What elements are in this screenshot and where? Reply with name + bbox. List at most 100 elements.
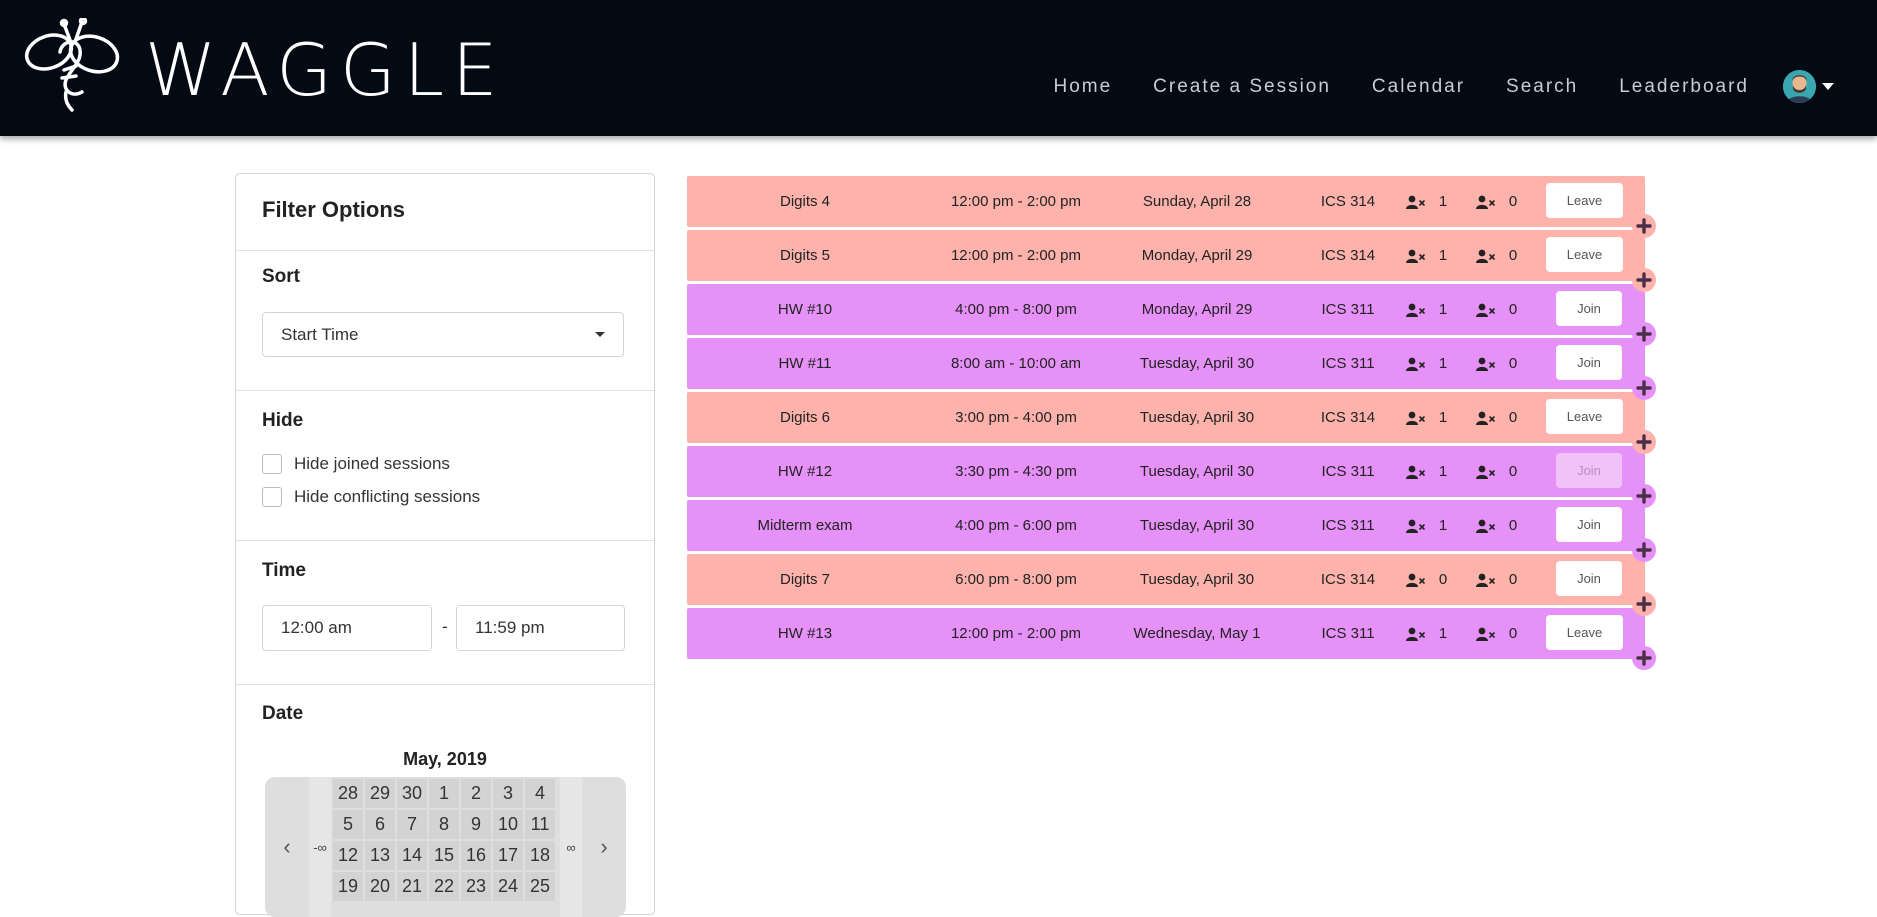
chevron-right-icon[interactable]: › — [582, 777, 626, 917]
session-row: HW #10 4:00 pm - 8:00 pm Monday, April 29 I… — [687, 284, 1656, 346]
hide-conflicting-option[interactable]: Hide conflicting sessions — [262, 487, 480, 507]
time-separator: - — [442, 617, 448, 636]
calendar-day[interactable]: 7 — [397, 810, 427, 839]
session-course: ICS 311 — [1321, 625, 1375, 642]
leave-button[interactable]: Leave — [1546, 399, 1623, 434]
date-heading: Date — [262, 703, 304, 724]
expand-plus-icon[interactable] — [1632, 376, 1656, 400]
calendar-day[interactable]: 11 — [525, 810, 555, 839]
calendar-day[interactable]: 28 — [333, 779, 363, 808]
expand-plus-icon[interactable] — [1632, 538, 1656, 562]
leave-button[interactable]: Leave — [1546, 237, 1623, 272]
hide-joined-checkbox[interactable] — [262, 454, 282, 474]
session-time: 12:00 pm - 2:00 pm — [950, 625, 1082, 642]
calendar-day[interactable]: 5 — [333, 810, 363, 839]
leave-button[interactable]: Leave — [1546, 183, 1623, 218]
start-time-input[interactable]: 12:00 am — [262, 605, 432, 651]
calendar-day[interactable]: 15 — [429, 841, 459, 870]
chevron-left-icon[interactable]: ‹ — [265, 777, 309, 917]
expand-plus-icon[interactable] — [1632, 268, 1656, 292]
expand-plus-icon[interactable] — [1632, 322, 1656, 346]
session-course: ICS 314 — [1320, 247, 1376, 264]
range-end-infinity[interactable]: ∞ — [560, 777, 582, 917]
hide-joined-option[interactable]: Hide joined sessions — [262, 454, 450, 474]
nav-menu: Home Create a Session Calendar Search Le… — [1053, 76, 1749, 98]
secondary-count: 0 — [1508, 193, 1518, 210]
session-course: ICS 314 — [1320, 409, 1376, 426]
calendar-month-label: May, 2019 — [403, 749, 487, 769]
bee-logo-icon[interactable] — [22, 16, 122, 117]
user-x-icon — [1405, 446, 1427, 497]
calendar-day[interactable]: 16 — [461, 841, 491, 870]
calendar-day[interactable]: 1 — [429, 779, 459, 808]
calendar-day[interactable]: 14 — [397, 841, 427, 870]
join-button[interactable]: Join — [1556, 561, 1622, 596]
calendar-day[interactable]: 10 — [493, 810, 523, 839]
session-name: HW #10 — [777, 301, 833, 318]
nav-create-session[interactable]: Create a Session — [1153, 76, 1331, 98]
session-row: Digits 4 12:00 pm - 2:00 pm Sunday, April … — [687, 176, 1656, 238]
calendar-day[interactable]: 13 — [365, 841, 395, 870]
expand-plus-icon[interactable] — [1632, 646, 1656, 670]
expand-plus-icon[interactable] — [1632, 484, 1656, 508]
join-button[interactable]: Join — [1556, 453, 1622, 488]
session-row: Digits 5 12:00 pm - 2:00 pm Monday, April … — [687, 230, 1656, 292]
hide-conflicting-checkbox[interactable] — [262, 487, 282, 507]
join-button[interactable]: Join — [1556, 345, 1622, 380]
calendar-day[interactable]: 12 — [333, 841, 363, 870]
secondary-count: 0 — [1508, 355, 1518, 372]
session-date: Tuesday, April 30 — [1139, 517, 1255, 534]
expand-plus-icon[interactable] — [1632, 430, 1656, 454]
session-time: 3:30 pm - 4:30 pm — [955, 463, 1077, 480]
session-time: 3:00 pm - 4:00 pm — [955, 409, 1077, 426]
nav-home[interactable]: Home — [1053, 76, 1112, 98]
calendar-day[interactable]: 4 — [525, 779, 555, 808]
calendar-day[interactable]: 9 — [461, 810, 491, 839]
attendee-count: 1 — [1438, 193, 1448, 210]
calendar-day[interactable]: 3 — [493, 779, 523, 808]
calendar-day[interactable]: 6 — [365, 810, 395, 839]
filter-panel: Filter Options Sort Start Time Hide Hide… — [235, 173, 655, 917]
session-course: ICS 311 — [1321, 463, 1375, 480]
calendar-day[interactable]: 30 — [397, 779, 427, 808]
nav-leaderboard[interactable]: Leaderboard — [1619, 76, 1749, 98]
brand-name[interactable]: WAGGLE — [145, 28, 505, 112]
session-name: HW #11 — [778, 355, 832, 372]
secondary-count: 0 — [1508, 571, 1518, 588]
avatar[interactable] — [1783, 70, 1816, 103]
calendar-day[interactable]: 18 — [525, 841, 555, 870]
calendar-day[interactable]: 17 — [493, 841, 523, 870]
join-button[interactable]: Join — [1556, 291, 1622, 326]
session-time: 4:00 pm - 6:00 pm — [955, 517, 1077, 534]
expand-plus-icon[interactable] — [1632, 592, 1656, 616]
end-time-input[interactable]: 11:59 pm — [456, 605, 625, 651]
user-x-icon — [1475, 500, 1497, 551]
user-x-icon — [1405, 554, 1427, 605]
session-time: 6:00 pm - 8:00 pm — [955, 571, 1077, 588]
range-start-infinity[interactable]: -∞ — [309, 777, 331, 917]
chevron-down-icon[interactable] — [1822, 83, 1834, 90]
calendar-day[interactable]: 29 — [365, 779, 395, 808]
calendar-day[interactable]: 8 — [429, 810, 459, 839]
sort-section — [236, 251, 654, 564]
sort-select[interactable]: Start Time — [262, 312, 624, 357]
attendee-count: 1 — [1438, 247, 1448, 264]
session-row: Midterm exam 4:00 pm - 6:00 pm Tuesday, Ap… — [687, 500, 1656, 562]
user-x-icon — [1475, 608, 1497, 659]
session-row: HW #13 12:00 pm - 2:00 pm Wednesday, May 1… — [687, 608, 1656, 670]
attendee-count: 1 — [1438, 625, 1448, 642]
attendee-count: 1 — [1438, 301, 1448, 318]
nav-calendar[interactable]: Calendar — [1372, 76, 1465, 98]
join-button[interactable]: Join — [1556, 507, 1622, 542]
attendee-count: 1 — [1438, 355, 1448, 372]
expand-plus-icon[interactable] — [1632, 214, 1656, 238]
user-menu[interactable] — [1783, 70, 1834, 103]
nav-search[interactable]: Search — [1506, 76, 1578, 98]
user-x-icon — [1475, 446, 1497, 497]
session-name: HW #13 — [777, 625, 833, 642]
divider — [236, 390, 654, 391]
leave-button[interactable]: Leave — [1546, 615, 1623, 650]
top-navbar: WAGGLE Home Create a Session Calendar Se… — [0, 0, 1877, 136]
secondary-count: 0 — [1508, 301, 1518, 318]
calendar-day[interactable]: 2 — [461, 779, 491, 808]
